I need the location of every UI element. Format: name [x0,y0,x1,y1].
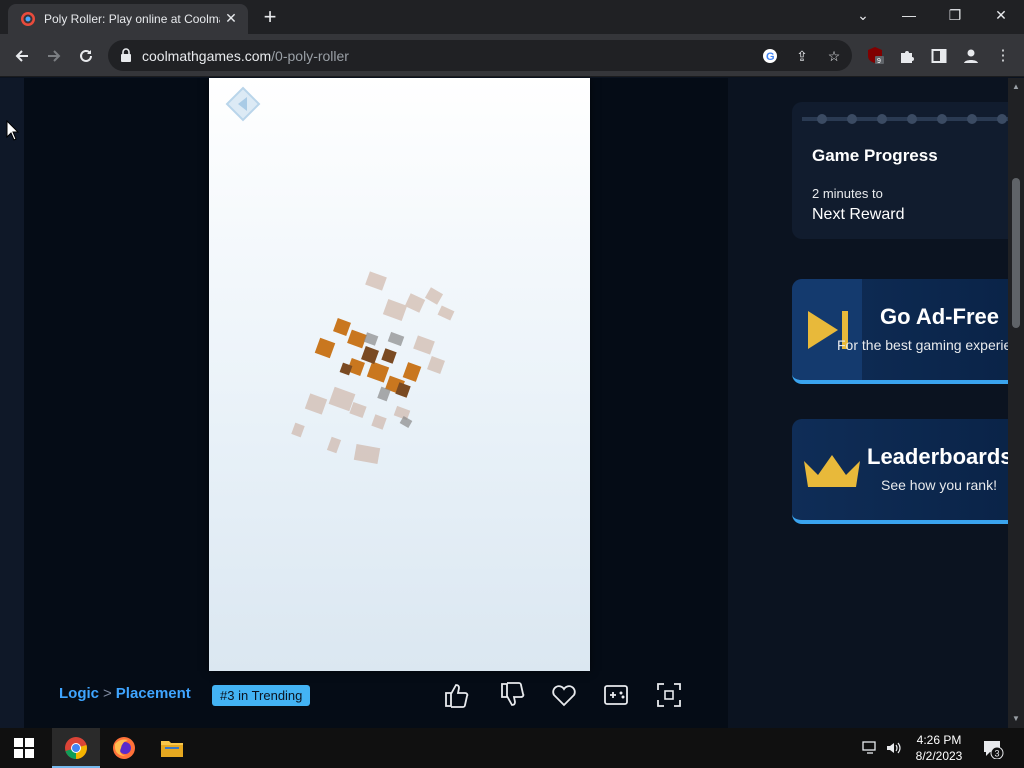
leaderboards-banner[interactable]: Leaderboards See how you rank! [792,419,1008,524]
address-bar[interactable]: coolmathgames.com/0-poly-roller G ⇪ ☆ [108,40,852,71]
game-progress-subtitle: 2 minutes to [812,186,883,201]
extensions-puzzle-icon[interactable] [896,45,918,67]
go-ad-free-title: Go Ad-Free [880,304,999,329]
reload-button[interactable] [72,42,100,70]
tab-search-button[interactable]: ⌄ [840,0,886,34]
leaderboards-subtitle: See how you rank! [881,477,997,493]
bookmark-star-icon[interactable]: ☆ [824,46,844,66]
forward-button[interactable] [40,42,68,70]
taskbar-file-explorer[interactable] [148,728,196,768]
google-lens-icon[interactable]: G [760,46,780,66]
more-menu-icon[interactable]: ⋮ [992,45,1014,67]
breadcrumb-separator: > [103,685,112,702]
url-text: coolmathgames.com/0-poly-roller [142,48,349,64]
tab-strip: Poly Roller: Play online at Coolmath Gam… [0,0,1024,34]
chrome-icon [65,737,87,759]
notification-icon: 3 [984,741,1004,760]
trending-badge[interactable]: #3 in Trending [212,685,311,706]
clock-date: 8/2/2023 [915,749,963,763]
svg-text:G: G [766,51,775,63]
windows-logo-icon [14,738,34,758]
notifications-button[interactable]: 3 [982,738,1004,760]
crown-icon [804,455,860,487]
mouse-cursor-icon [6,120,20,141]
scrollbar-thumb[interactable] [1012,178,1020,328]
browser-tab[interactable]: Poly Roller: Play online at Coolmath Gam… [8,4,248,34]
ublock-extension-icon[interactable]: 9 [864,45,886,67]
go-ad-free-banner[interactable]: Go Ad-Free For the best gaming experienc… [792,279,1008,384]
start-button[interactable] [0,728,48,768]
network-icon[interactable] [860,738,880,758]
windows-taskbar: 4:26 PM 8/2/2023 3 [0,728,1024,768]
scroll-up-arrow-icon[interactable]: ▲ [1011,82,1021,92]
game-progress-card: Game Progress 2 minutes to Next Reward [792,102,1008,239]
ad-free-icon-panel [792,279,862,380]
game-back-icon[interactable] [225,86,261,122]
clock-time: 4:26 PM [916,733,962,747]
tab-close-icon[interactable]: ✕ [222,9,240,27]
go-ad-free-subtitle: For the best gaming experience [837,337,1008,353]
game-canvas[interactable] [209,78,590,671]
next-reward-label: Next Reward [812,206,905,223]
progress-dots [802,114,1008,124]
leaderboards-title: Leaderboards [867,444,1008,469]
web-page: Logic > Placement #3 in Trending Game Prog… [0,78,1008,728]
right-sidebar: Game Progress 2 minutes to Next Reward G… [728,78,1008,728]
favorite-heart-icon[interactable] [550,681,578,709]
profile-avatar-icon[interactable] [960,45,982,67]
lock-icon [121,48,131,62]
breadcrumb-category-link[interactable]: Logic [59,685,99,702]
page-scrollbar[interactable]: ▲ ▼ [1008,78,1024,728]
system-clock[interactable]: 4:26 PM 8/2/2023 [905,732,973,764]
firefox-icon [113,737,135,759]
svg-text:9: 9 [877,58,881,65]
minimize-button[interactable]: — [886,0,932,34]
game-progress-title: Game Progress [812,146,938,165]
tab-title: Poly Roller: Play online at Coolmath Gam… [44,12,220,26]
browser-toolbar: coolmathgames.com/0-poly-roller G ⇪ ☆ 9 … [0,34,1024,77]
coolmath-favicon-icon [21,12,35,26]
breadcrumb: Logic > Placement [59,685,191,702]
shattered-block-sprite [291,271,455,464]
volume-icon[interactable] [884,738,904,758]
thumbs-up-icon[interactable] [442,681,470,709]
taskbar-chrome[interactable] [52,728,100,768]
taskbar-firefox[interactable] [100,728,148,768]
share-icon[interactable]: ⇪ [792,46,812,66]
fullscreen-icon[interactable] [655,681,683,709]
breadcrumb-subcategory-link[interactable]: Placement [116,685,191,702]
svg-text:3: 3 [995,749,1000,759]
controller-icon[interactable] [602,681,630,709]
scroll-down-arrow-icon[interactable]: ▼ [1011,714,1021,724]
side-panel-icon[interactable] [928,45,950,67]
new-tab-button[interactable]: + [258,6,282,30]
arrow-left-icon [15,50,28,62]
restore-button[interactable]: ❐ [932,0,978,34]
folder-icon [161,741,183,757]
back-button[interactable] [8,42,36,70]
left-margin [0,78,24,728]
close-window-button[interactable]: ✕ [978,0,1024,34]
thumbs-down-icon[interactable] [498,681,526,709]
reload-icon [80,49,92,62]
arrow-right-icon [48,50,61,62]
game-column: Logic > Placement #3 in Trending [24,78,728,728]
